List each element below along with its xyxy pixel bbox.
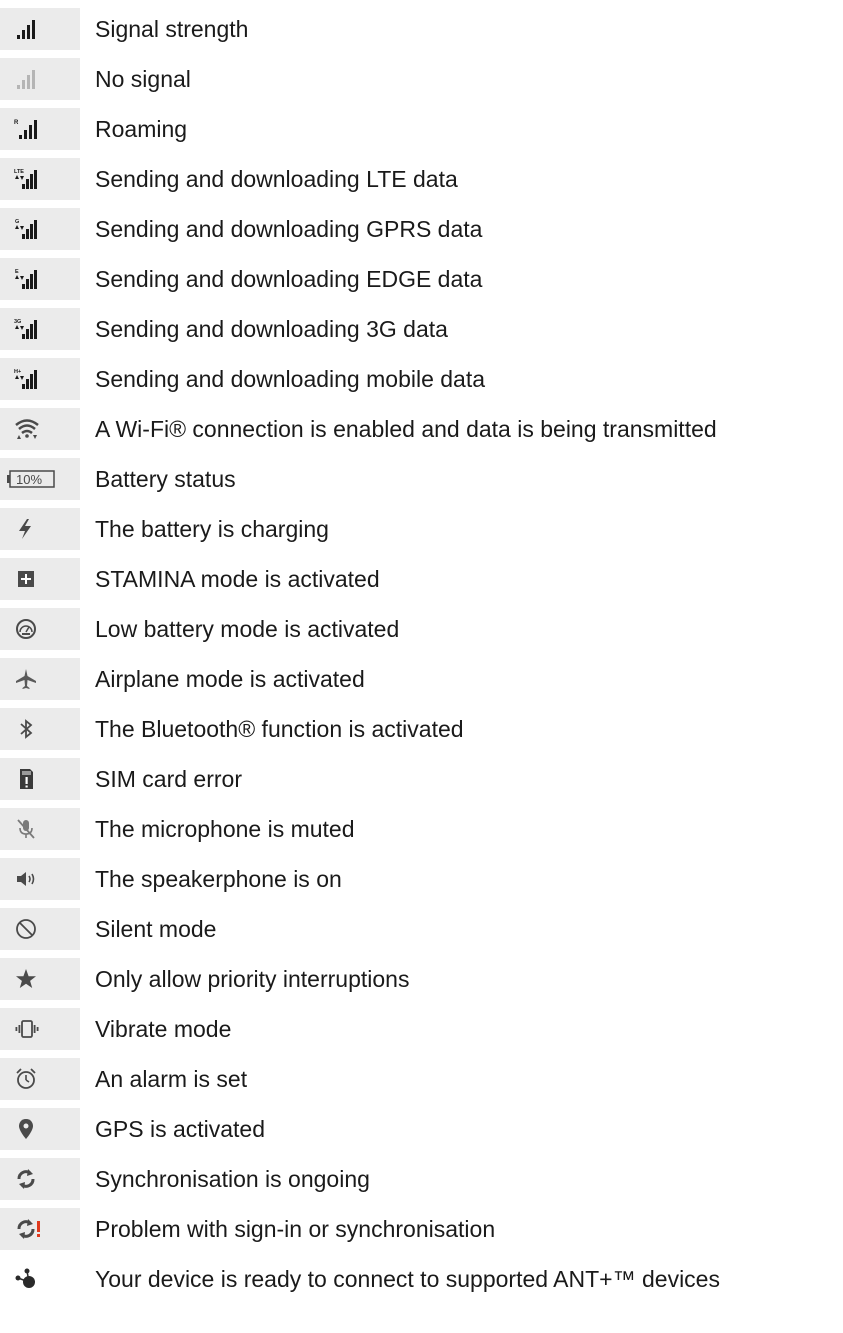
item-label: Sending and downloading GPRS data [95,216,483,242]
sim-error-icon [0,758,80,800]
charging-icon [0,508,80,550]
list-item: Signal strength [0,8,843,50]
item-label: Sending and downloading 3G data [95,316,448,342]
list-item: The Bluetooth® function is activated [0,708,843,750]
item-label: Sending and downloading EDGE data [95,266,483,292]
list-item: Problem with sign-in or synchronisation [0,1208,843,1250]
list-item: No signal [0,58,843,100]
list-item: The microphone is muted [0,808,843,850]
list-item: Silent mode [0,908,843,950]
list-item: An alarm is set [0,1058,843,1100]
item-label: Your device is ready to connect to suppo… [95,1266,720,1292]
item-label: GPS is activated [95,1116,266,1142]
mic-muted-icon [0,808,80,850]
item-label: A Wi-Fi® connection is enabled and data … [95,416,717,442]
svg-text:E: E [15,269,19,275]
item-label: The battery is charging [95,516,329,542]
list-item: R Roaming [0,108,843,150]
item-label: An alarm is set [95,1066,248,1092]
list-item: GPS is activated [0,1108,843,1150]
silent-mode-icon [0,908,80,950]
list-item: The speakerphone is on [0,858,843,900]
list-item: STAMINA mode is activated [0,558,843,600]
item-label: Sending and downloading LTE data [95,166,458,192]
svg-text:G: G [15,219,19,225]
list-item: Vibrate mode [0,1008,843,1050]
list-item: A Wi-Fi® connection is enabled and data … [0,408,843,450]
list-item: Synchronisation is ongoing [0,1158,843,1200]
item-label: Only allow priority interruptions [95,966,410,992]
airplane-icon [0,658,80,700]
ant-plus-icon [0,1258,80,1300]
wifi-icon [0,408,80,450]
gprs-data-icon: G [0,208,80,250]
item-label: Airplane mode is activated [95,666,365,692]
list-item: Low battery mode is activated [0,608,843,650]
gps-icon [0,1108,80,1150]
list-item: LTE Sending and downloading LTE data [0,158,843,200]
item-label: Roaming [95,116,188,142]
sync-icon [0,1158,80,1200]
list-item: 3G Sending and downloading 3G data [0,308,843,350]
item-label: Signal strength [95,16,249,42]
low-battery-mode-icon [0,608,80,650]
list-item: E Sending and downloading EDGE data [0,258,843,300]
3g-data-icon: 3G [0,308,80,350]
bluetooth-icon [0,708,80,750]
list-item: Airplane mode is activated [0,658,843,700]
item-label: The microphone is muted [95,816,355,842]
item-label: Battery status [95,466,236,492]
list-item: The battery is charging [0,508,843,550]
star-icon [0,958,80,1000]
item-label: Problem with sign-in or synchronisation [95,1216,496,1242]
stamina-icon [0,558,80,600]
svg-text:3G: 3G [14,319,21,325]
item-label: The Bluetooth® function is activated [95,716,464,742]
list-item: SIM card error [0,758,843,800]
list-item: G Sending and downloading GPRS data [0,208,843,250]
item-label: Silent mode [95,916,217,942]
list-item: Your device is ready to connect to suppo… [0,1258,843,1300]
lte-data-icon: LTE [0,158,80,200]
mobile-data-icon: H+ [0,358,80,400]
svg-text:10%: 10% [16,472,42,487]
item-label: Vibrate mode [95,1016,232,1042]
list-item: H+ Sending and downloading mobile data [0,358,843,400]
no-signal-icon [0,58,80,100]
svg-text:H+: H+ [14,369,21,375]
list-item: Only allow priority interruptions [0,958,843,1000]
edge-data-icon: E [0,258,80,300]
list-item: 10% Battery status [0,458,843,500]
item-label: SIM card error [95,766,242,792]
roaming-icon: R [0,108,80,150]
speakerphone-icon [0,858,80,900]
item-label: Low battery mode is activated [95,616,400,642]
item-label: Synchronisation is ongoing [95,1166,370,1192]
vibrate-icon [0,1008,80,1050]
sync-problem-icon [0,1208,80,1250]
alarm-icon [0,1058,80,1100]
item-label: STAMINA mode is activated [95,566,380,592]
svg-text:LTE: LTE [14,169,24,175]
battery-icon: 10% [0,458,80,500]
svg-text:R: R [14,120,19,126]
item-label: The speakerphone is on [95,866,342,892]
item-label: No signal [95,66,191,92]
item-label: Sending and downloading mobile data [95,366,486,392]
signal-strength-icon [0,8,80,50]
